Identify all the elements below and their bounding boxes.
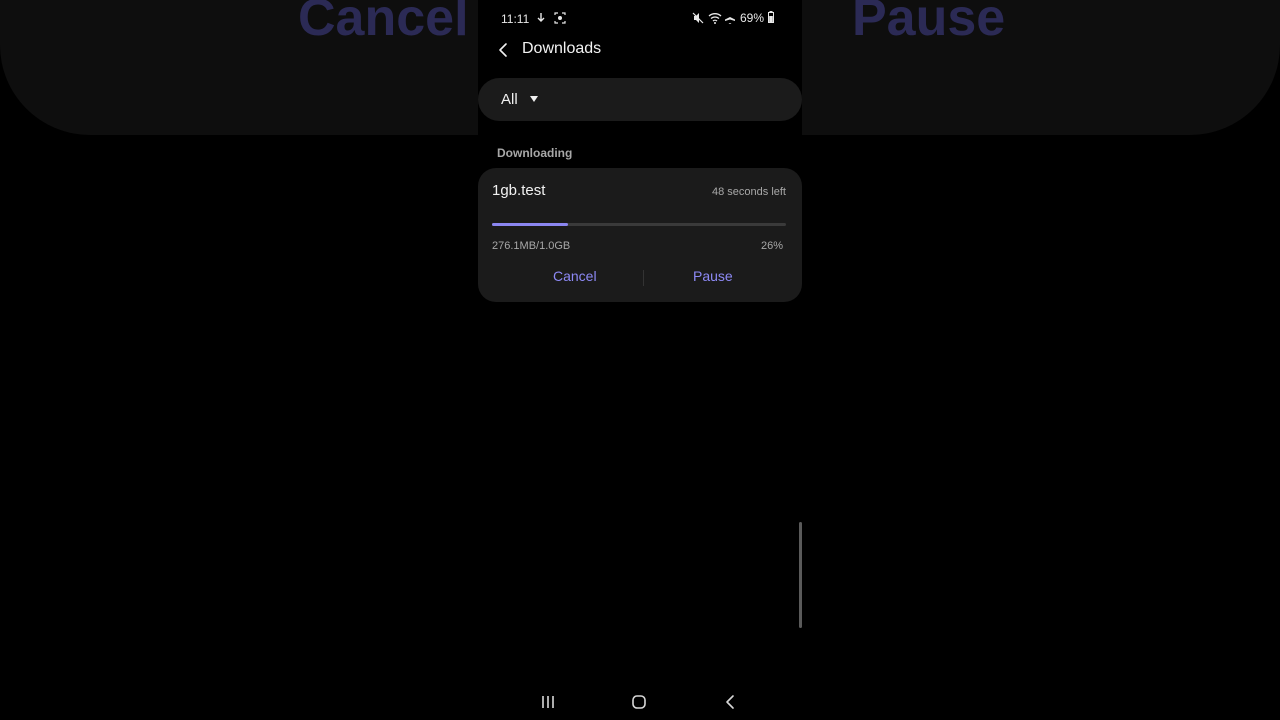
wifi-icon [708,11,722,25]
scrollbar[interactable] [799,522,802,628]
download-icon [536,11,548,25]
background-pause-text: Pause [852,0,1006,47]
airplane-icon [724,11,736,25]
file-name: 1gb.test [492,182,546,199]
button-divider [643,270,644,286]
navigation-bar [478,684,802,720]
progress-bar-fill [492,223,569,226]
section-label-downloading: Downloading [497,146,573,160]
recents-button[interactable] [536,692,560,712]
background-cancel-text: Cancel [298,0,469,47]
mute-icon [692,11,704,25]
progress-bar [492,223,786,226]
pause-button[interactable]: Pause [693,268,733,284]
filter-selected-label: All [501,91,518,108]
filter-dropdown[interactable]: All [478,78,802,121]
status-time: 11:11 [501,12,530,26]
screenshot-icon [554,11,566,25]
time-remaining: 48 seconds left [712,186,786,198]
recents-icon [542,696,554,708]
app-header: Downloads [478,34,802,66]
chevron-left-icon [499,43,507,57]
page-title: Downloads [522,40,602,57]
home-icon [632,695,646,709]
home-button[interactable] [627,692,651,712]
status-right-icons: 69% [692,11,780,25]
status-bar: 11:11 69% [478,0,802,36]
battery-icon [768,11,780,25]
caret-down-icon [530,96,538,102]
back-button[interactable] [494,38,514,62]
status-left-icons [536,11,566,25]
download-card: 1gb.test 48 seconds left 276.1MB/1.0GB 2… [478,168,802,302]
download-size: 276.1MB/1.0GB [492,240,571,252]
nav-back-button[interactable] [718,692,742,712]
battery-percent: 69% [739,11,764,25]
phone-screen: 11:11 69% Downloads All Downloading 1gb.… [478,0,802,720]
download-percent: 26% [760,240,783,252]
back-icon [726,695,734,709]
cancel-button[interactable]: Cancel [553,268,597,284]
